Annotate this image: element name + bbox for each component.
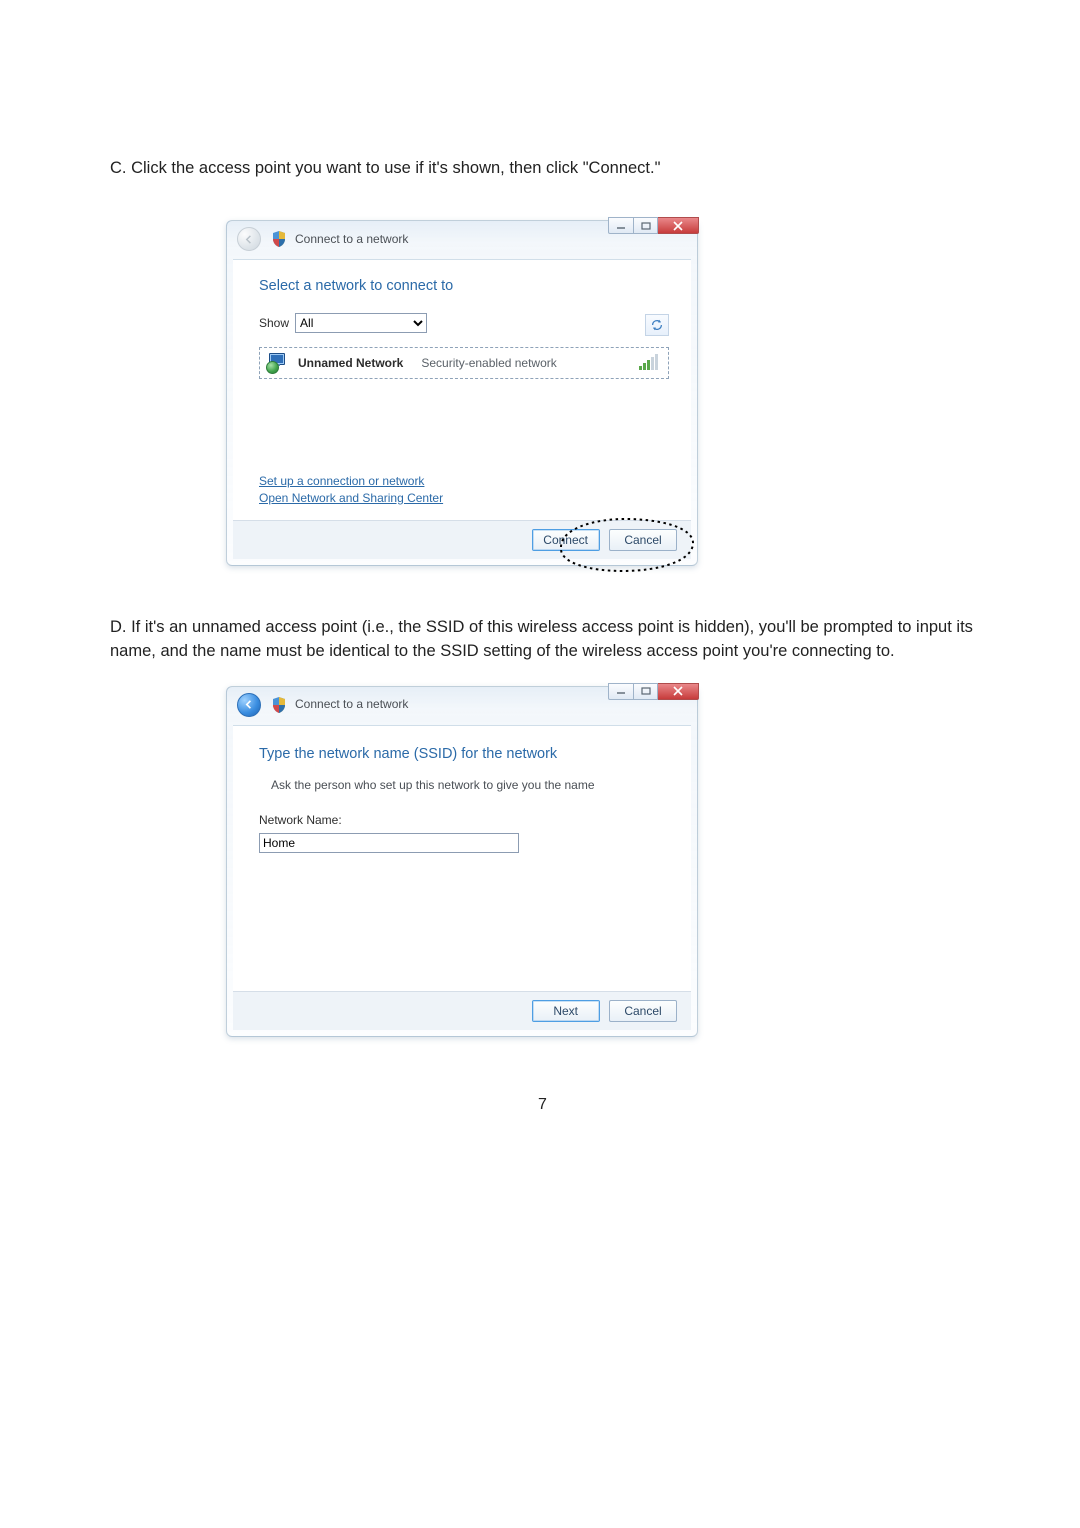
refresh-button[interactable]	[645, 314, 669, 336]
maximize-button[interactable]	[634, 217, 658, 234]
window-content: Type the network name (SSID) for the net…	[233, 725, 691, 991]
cancel-button[interactable]: Cancel	[609, 1000, 677, 1022]
open-sharing-center-link[interactable]: Open Network and Sharing Center	[259, 490, 669, 506]
network-name-label: Network Name:	[259, 812, 669, 829]
section-subtext: Ask the person who set up this network t…	[271, 777, 669, 794]
window-control-bar	[608, 683, 699, 700]
network-name-input[interactable]	[259, 833, 519, 853]
signal-strength-icon	[638, 354, 660, 372]
window-footer: Next Cancel	[233, 991, 691, 1030]
setup-connection-link[interactable]: Set up a connection or network	[259, 473, 669, 489]
show-label: Show	[259, 315, 289, 332]
next-button[interactable]: Next	[532, 1000, 600, 1022]
shield-icon	[271, 230, 287, 248]
window-footer: Connect Cancel	[233, 520, 691, 559]
close-button[interactable]	[658, 683, 699, 700]
bottom-links: Set up a connection or network Open Netw…	[259, 473, 669, 505]
connect-network-window-ssid: Connect to a network Type the network na…	[226, 686, 698, 1037]
close-button[interactable]	[658, 217, 699, 234]
shield-icon	[271, 696, 287, 714]
page-number: 7	[110, 1093, 975, 1116]
section-heading: Type the network name (SSID) for the net…	[259, 744, 669, 765]
back-button[interactable]	[237, 693, 261, 717]
minimize-button[interactable]	[608, 683, 634, 700]
connect-network-window-select: Connect to a network Select a network to…	[226, 220, 698, 565]
section-heading: Select a network to connect to	[259, 276, 669, 297]
window-title: Connect to a network	[295, 231, 408, 248]
network-list-item[interactable]: Unnamed Network Security-enabled network	[259, 347, 669, 379]
maximize-button[interactable]	[634, 683, 658, 700]
window-title: Connect to a network	[295, 696, 408, 713]
show-filter-select[interactable]: All	[295, 313, 427, 333]
cancel-button[interactable]: Cancel	[609, 529, 677, 551]
instruction-step-c: C. Click the access point you want to us…	[110, 157, 975, 181]
back-button	[237, 227, 261, 251]
minimize-button[interactable]	[608, 217, 634, 234]
network-icon	[266, 352, 288, 374]
connect-button[interactable]: Connect	[532, 529, 600, 551]
filter-row: Show All	[259, 313, 427, 333]
network-type: Security-enabled network	[421, 355, 556, 372]
network-name: Unnamed Network	[298, 355, 403, 372]
window-control-bar	[608, 217, 699, 234]
window-content: Select a network to connect to Show All	[233, 259, 691, 519]
instruction-step-d: D. If it's an unnamed access point (i.e.…	[110, 616, 975, 664]
